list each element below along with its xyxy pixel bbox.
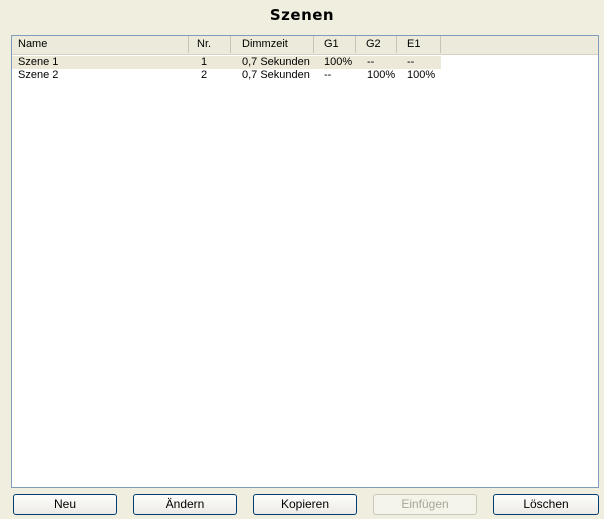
copy-button[interactable]: Kopieren	[253, 494, 357, 515]
cell-nr: 1	[201, 56, 208, 68]
cell-name: Szene 1	[18, 56, 59, 68]
cell-g2: --	[367, 56, 375, 68]
column-header-g2[interactable]: G2	[356, 36, 397, 53]
cell-e1: 100%	[407, 69, 436, 81]
new-button[interactable]: Neu	[13, 494, 117, 515]
cell-dimmzeit: 0,7 Sekunden	[242, 69, 310, 81]
column-header-nr[interactable]: Nr.	[189, 36, 231, 53]
table-row[interactable]: Szene 1 1 0,7 Sekunden 100% -- --	[12, 56, 441, 69]
cell-g1: --	[324, 69, 332, 81]
cell-name: Szene 2	[18, 69, 59, 81]
window-title: Szenen	[269, 6, 335, 24]
cell-e1: --	[407, 56, 415, 68]
cell-g1: 100%	[324, 56, 353, 68]
column-header-e1[interactable]: E1	[397, 36, 441, 53]
paste-button: Einfügen	[373, 494, 477, 515]
table-row[interactable]: Szene 2 2 0,7 Sekunden -- 100% 100%	[12, 69, 441, 82]
cell-dimmzeit: 0,7 Sekunden	[242, 56, 310, 68]
column-header-dimmzeit[interactable]: Dimmzeit	[231, 36, 314, 53]
cell-g2: 100%	[367, 69, 396, 81]
column-header-g1[interactable]: G1	[314, 36, 356, 53]
cell-nr: 2	[201, 69, 208, 81]
delete-button[interactable]: Löschen	[493, 494, 599, 515]
column-header-name[interactable]: Name	[12, 36, 189, 53]
scenes-list[interactable]: Name Nr. Dimmzeit G1 G2 E1 Szene 1 1 0,7…	[11, 35, 599, 488]
list-header: Name Nr. Dimmzeit G1 G2 E1	[12, 36, 598, 55]
edit-button[interactable]: Ändern	[133, 494, 237, 515]
